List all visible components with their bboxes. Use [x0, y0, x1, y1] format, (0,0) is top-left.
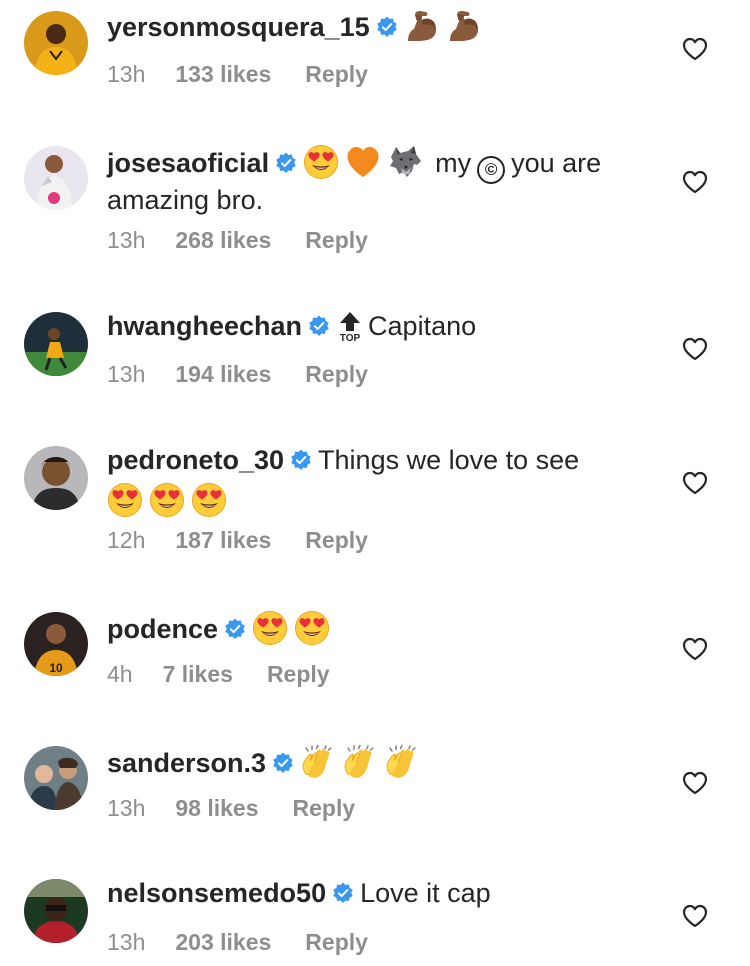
reply-button[interactable]: Reply: [305, 929, 368, 956]
copyright-symbol: ©: [477, 156, 506, 184]
avatar[interactable]: [24, 312, 88, 376]
flexed-biceps-emoji-icon: [404, 8, 440, 44]
like-heart-icon[interactable]: [682, 637, 708, 661]
comment-meta: 13h 268 likes Reply: [107, 227, 368, 254]
orange-heart-emoji-icon: [345, 144, 381, 180]
comment-text: nelsonsemedo50 Love it cap: [107, 877, 667, 909]
likes-count[interactable]: 7 likes: [163, 661, 233, 688]
heart-eyes-emoji-icon: [149, 482, 185, 518]
likes-count[interactable]: 187 likes: [175, 527, 271, 554]
like-heart-icon[interactable]: [682, 337, 708, 361]
comment-body: Things we love to see: [318, 445, 580, 475]
top-arrow-emoji-icon: TOP: [336, 310, 364, 344]
comment-meta: 4h 7 likes Reply: [107, 661, 330, 688]
like-heart-icon[interactable]: [682, 471, 708, 495]
svg-text:10: 10: [49, 661, 63, 675]
timestamp: 13h: [107, 929, 146, 955]
reply-button[interactable]: Reply: [305, 227, 368, 254]
timestamp: 13h: [107, 361, 146, 387]
reply-button[interactable]: Reply: [267, 661, 330, 688]
likes-count[interactable]: 268 likes: [175, 227, 271, 254]
clapping-hands-emoji-icon: [300, 744, 336, 780]
verified-badge-icon: [272, 752, 294, 774]
verified-badge-icon: [332, 882, 354, 904]
likes-count[interactable]: 98 likes: [175, 795, 258, 822]
username-link[interactable]: nelsonsemedo50: [107, 878, 326, 908]
clapping-hands-emoji-icon: [384, 744, 420, 780]
timestamp: 13h: [107, 227, 146, 253]
comment-meta: 13h 203 likes Reply: [107, 929, 368, 956]
likes-count[interactable]: 194 likes: [175, 361, 271, 388]
comment-body: my: [435, 148, 472, 178]
timestamp: 13h: [107, 61, 146, 87]
avatar[interactable]: 10: [24, 612, 88, 676]
comment-meta: 12h 187 likes Reply: [107, 527, 368, 554]
heart-eyes-emoji-icon: [252, 610, 288, 646]
comment-text: podence: [107, 610, 667, 646]
avatar[interactable]: [24, 146, 88, 210]
username-link[interactable]: sanderson.3: [107, 748, 266, 778]
like-heart-icon[interactable]: [682, 771, 708, 795]
avatar[interactable]: [24, 11, 88, 75]
wolf-emoji-icon: [387, 144, 423, 180]
verified-badge-icon: [376, 16, 398, 38]
heart-eyes-emoji-icon: [303, 144, 339, 180]
svg-text:TOP: TOP: [340, 333, 361, 342]
verified-badge-icon: [290, 449, 312, 471]
timestamp: 12h: [107, 527, 146, 553]
comment-text: hwangheechan TOP Capitano: [107, 310, 667, 344]
like-heart-icon[interactable]: [682, 170, 708, 194]
verified-badge-icon: [308, 315, 330, 337]
reply-button[interactable]: Reply: [305, 527, 368, 554]
username-link[interactable]: yersonmosquera_15: [107, 12, 370, 42]
username-link[interactable]: hwangheechan: [107, 311, 302, 341]
verified-badge-icon: [224, 618, 246, 640]
timestamp: 13h: [107, 795, 146, 821]
comment-body: amazing bro.: [107, 185, 264, 215]
reply-button[interactable]: Reply: [305, 361, 368, 388]
comment-text: pedroneto_30 Things we love to see: [107, 444, 667, 518]
likes-count[interactable]: 133 likes: [175, 61, 271, 88]
username-link[interactable]: pedroneto_30: [107, 445, 284, 475]
reply-button[interactable]: Reply: [293, 795, 356, 822]
clapping-hands-emoji-icon: [342, 744, 378, 780]
comment-meta: 13h 133 likes Reply: [107, 61, 368, 88]
reply-button[interactable]: Reply: [305, 61, 368, 88]
comment-body: you are: [511, 148, 602, 178]
comment-body: Love it cap: [360, 878, 491, 908]
timestamp: 4h: [107, 661, 133, 687]
heart-eyes-emoji-icon: [191, 482, 227, 518]
comment-text: yersonmosquera_15: [107, 8, 667, 44]
comment-meta: 13h 194 likes Reply: [107, 361, 368, 388]
comment-text: josesaoficial my © you are amazing bro.: [107, 144, 667, 216]
comment-body: Capitano: [368, 311, 477, 341]
avatar[interactable]: [24, 446, 88, 510]
avatar[interactable]: [24, 879, 88, 943]
heart-eyes-emoji-icon: [107, 482, 143, 518]
avatar[interactable]: [24, 746, 88, 810]
heart-eyes-emoji-icon: [294, 610, 330, 646]
flexed-biceps-emoji-icon: [446, 8, 482, 44]
like-heart-icon[interactable]: [682, 37, 708, 61]
like-heart-icon[interactable]: [682, 904, 708, 928]
comment-text: sanderson.3: [107, 744, 667, 780]
comment-meta: 13h 98 likes Reply: [107, 795, 355, 822]
username-link[interactable]: podence: [107, 614, 218, 644]
likes-count[interactable]: 203 likes: [175, 929, 271, 956]
verified-badge-icon: [275, 152, 297, 174]
username-link[interactable]: josesaoficial: [107, 148, 269, 178]
